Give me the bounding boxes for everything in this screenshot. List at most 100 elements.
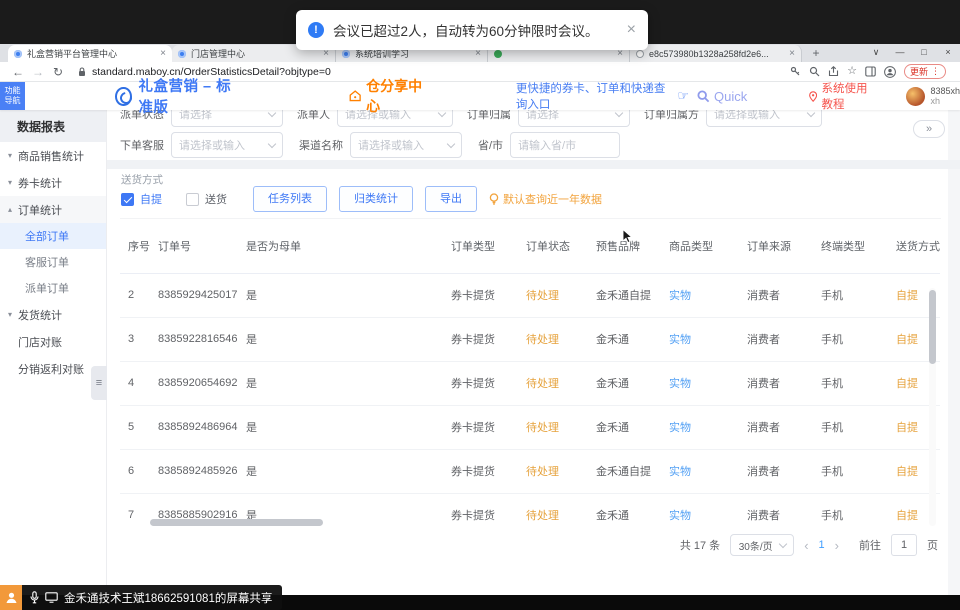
quick-entry-text[interactable]: 更快捷的券卡、订单和快递查询入口 — [516, 80, 669, 112]
channel-name-select[interactable]: 请选择或输入 — [350, 132, 462, 158]
table-cell[interactable]: 实物 — [661, 317, 739, 361]
tab-favicon — [342, 50, 350, 58]
key-icon[interactable] — [790, 66, 801, 77]
table-cell: 4 — [120, 361, 150, 405]
task-list-button[interactable]: 任务列表 — [253, 186, 327, 212]
export-button[interactable]: 导出 — [425, 186, 477, 212]
back-icon[interactable]: ← — [8, 65, 28, 79]
province-city-input[interactable]: 请输入省/市 — [510, 132, 620, 158]
brand-logo-icon — [115, 87, 132, 106]
bulb-icon — [489, 193, 499, 206]
table-cell: 券卡提货 — [443, 273, 518, 317]
user-sub: xh — [930, 96, 960, 106]
filter-province-city: 省/市 请输入省/市 — [478, 132, 620, 158]
order-agent-select[interactable]: 请选择或输入 — [171, 132, 283, 158]
chevron-down-icon: ▾ — [8, 178, 18, 187]
table-cell: 手机 — [813, 405, 888, 449]
browser-tab[interactable]: e8c573980b1328a258fd2e6... × — [630, 45, 802, 62]
next-page-icon[interactable]: › — [835, 538, 839, 553]
expand-filters-button[interactable]: » — [913, 120, 945, 138]
table-cell: 待处理 — [518, 361, 588, 405]
lock-icon — [78, 67, 86, 77]
warehouse-share-center-link[interactable]: 仓分享中心 — [349, 76, 424, 116]
close-button[interactable]: × — [936, 44, 960, 60]
table-cell[interactable]: 实物 — [661, 449, 739, 493]
function-nav-toggle[interactable]: 功能 导航 — [0, 82, 25, 110]
sidebar-item-service-orders[interactable]: 客服订单 — [0, 249, 106, 275]
toast-close-icon[interactable]: × — [621, 22, 636, 38]
window-controls: ∨ — □ × — [864, 44, 960, 60]
app-header: 功能 导航 礼盒营销 – 标准版 仓分享中心 更快捷的券卡、订单和快递查询入口 … — [0, 82, 960, 110]
self-pickup-label[interactable]: 自提 — [140, 191, 162, 207]
kebab-menu-icon[interactable]: ⋮ — [931, 66, 940, 77]
tab-search-icon[interactable]: ∨ — [864, 44, 888, 60]
table-cell: 消费者 — [739, 449, 813, 493]
tab-close-icon[interactable]: × — [160, 48, 166, 59]
table-cell: 金禾通 — [588, 361, 661, 405]
table-cell: 83859206546922272a — [150, 361, 238, 405]
order-owner-party-select[interactable]: 请选择或输入 — [706, 110, 822, 127]
chevron-down-icon: ▾ — [8, 310, 18, 319]
house-icon — [349, 89, 361, 103]
main-content: 派单状态 请选择 派单人 请选择或输入 订单归属 请选 — [107, 110, 960, 610]
mouse-cursor — [622, 229, 635, 244]
sidebar-item-all-orders[interactable]: 全部订单 — [0, 223, 106, 249]
current-page[interactable]: 1 — [819, 539, 825, 551]
table-cell: 券卡提货 — [443, 405, 518, 449]
vertical-scrollbar-thumb[interactable] — [929, 290, 936, 364]
table-cell: 券卡提货 — [443, 493, 518, 528]
brand-title: 礼盒营销 – 标准版 — [139, 75, 241, 117]
prev-page-icon[interactable]: ‹ — [804, 538, 808, 553]
delivery-label[interactable]: 送货 — [205, 191, 227, 207]
sidebar-item-coupon-stats[interactable]: ▾ 券卡统计 — [0, 169, 106, 196]
chevron-down-icon: ▾ — [8, 151, 18, 160]
order-owner-select[interactable]: 请选择 — [518, 110, 630, 127]
table-cell: 待处理 — [518, 273, 588, 317]
table-cell: 消费者 — [739, 405, 813, 449]
share-text: 金禾通技术王斌18662591081的屏幕共享 — [64, 590, 272, 606]
info-icon: ! — [308, 22, 324, 38]
sidebar-item-store-reconciliation[interactable]: 门店对账 — [0, 328, 106, 355]
share-icon[interactable] — [828, 66, 839, 77]
minimize-button[interactable]: — — [888, 44, 912, 60]
quick-search-link[interactable]: Quick — [697, 89, 747, 104]
system-tutorial-link[interactable]: 系统使用教程 — [809, 80, 878, 112]
profile-icon[interactable] — [884, 66, 896, 78]
tab-close-icon[interactable]: × — [789, 48, 795, 59]
self-pickup-checkbox[interactable] — [121, 193, 134, 206]
browser-tab-active[interactable]: 礼盒营销平台管理中心 × — [8, 45, 172, 62]
sidebar-item-product-sales[interactable]: ▾ 商品销售统计 — [0, 142, 106, 169]
classification-stats-button[interactable]: 归类统计 — [339, 186, 413, 212]
reload-icon[interactable]: ↻ — [48, 65, 68, 79]
sidebar-item-shipping-stats[interactable]: ▾ 发货统计 — [0, 301, 106, 328]
page-size-select[interactable]: 30条/页 — [730, 534, 794, 556]
table-cell[interactable]: 实物 — [661, 493, 739, 528]
table-cell: 消费者 — [739, 273, 813, 317]
sidebar-item-order-stats[interactable]: ▴ 订单统计 — [0, 196, 106, 223]
delivery-checkbox[interactable] — [186, 193, 199, 206]
table-cell[interactable]: 实物 — [661, 405, 739, 449]
delivery-method-label: 送货方式 — [121, 172, 163, 187]
table-cell: 券卡提货 — [443, 361, 518, 405]
side-panel-icon[interactable] — [865, 66, 876, 77]
sidebar-collapse-handle[interactable]: ≡ — [91, 366, 107, 400]
sidebar-item-dispatch-orders[interactable]: 派单订单 — [0, 275, 106, 301]
table-cell[interactable]: 实物 — [661, 273, 739, 317]
goto-page-input[interactable] — [891, 534, 917, 556]
table-column-header: 预售品牌 — [588, 219, 661, 273]
update-button[interactable]: 更新 ⋮ — [904, 64, 946, 79]
zoom-icon[interactable] — [809, 66, 820, 77]
table-column-header: 订单类型 — [443, 219, 518, 273]
table-row: 683858924859261856a是券卡提货待处理金禾通自提实物消费者手机自… — [120, 449, 940, 493]
horizontal-scrollbar-thumb[interactable] — [150, 519, 323, 526]
table-row: 283859294250176576a是券卡提货待处理金禾通自提实物消费者手机自… — [120, 273, 940, 317]
table-cell: 是 — [238, 273, 443, 317]
table-column-header: 送货方式 — [888, 219, 940, 273]
table-cell[interactable]: 实物 — [661, 361, 739, 405]
new-tab-button[interactable]: + — [808, 46, 824, 62]
bookmark-star-icon[interactable]: ☆ — [847, 66, 857, 77]
maximize-button[interactable]: □ — [912, 44, 936, 60]
goto-label: 前往 — [859, 537, 881, 553]
forward-icon[interactable]: → — [28, 65, 48, 79]
user-account[interactable]: 8385xh xh — [906, 86, 960, 106]
